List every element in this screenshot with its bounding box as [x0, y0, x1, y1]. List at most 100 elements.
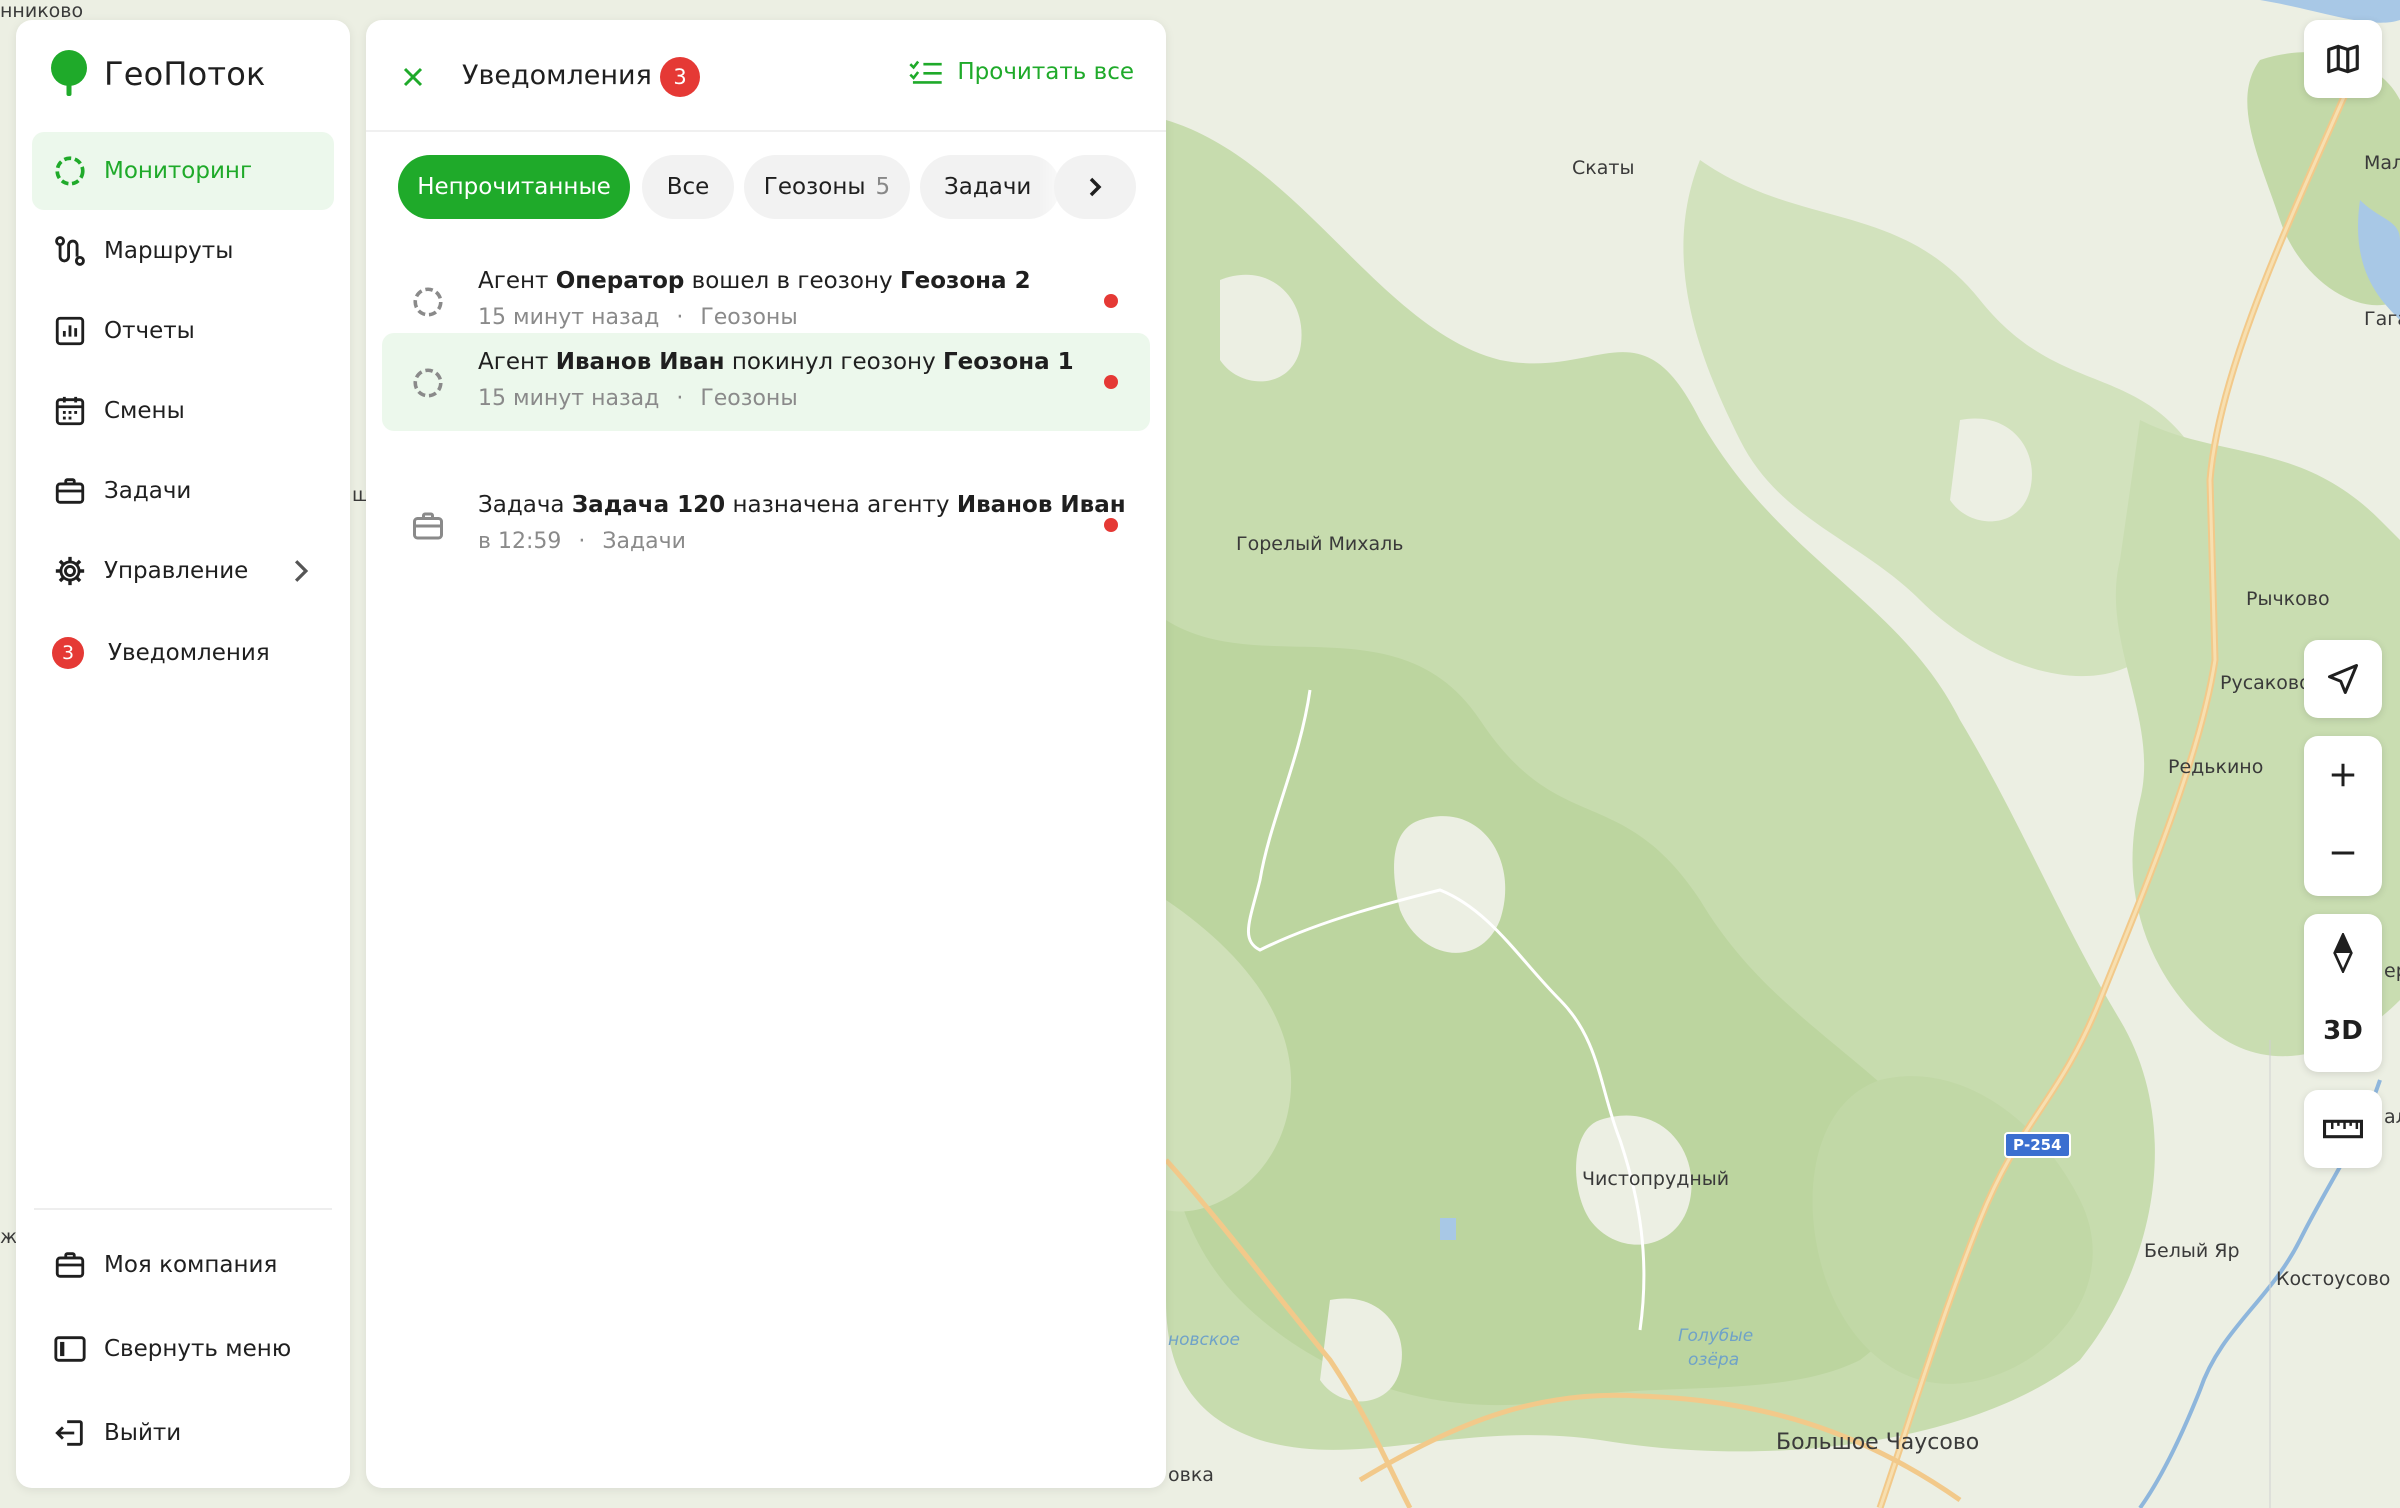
map-label: Редькино [2168, 756, 2264, 778]
minus-icon [2331, 851, 2355, 855]
sidebar-item-label: Уведомления [108, 640, 270, 666]
close-icon [403, 67, 423, 87]
sidebar-item-label: Управление [104, 558, 249, 584]
ruler-control [2304, 1090, 2382, 1168]
close-button[interactable] [394, 58, 432, 96]
filter-chip-geozones[interactable]: Геозоны 5 [744, 155, 910, 219]
collapse-icon [52, 1331, 88, 1367]
checklist-icon [909, 60, 943, 84]
zoom-out-button[interactable] [2304, 814, 2382, 892]
sidebar-item-routes[interactable]: Маршруты [32, 212, 334, 290]
unread-dot [1104, 375, 1118, 389]
sidebar-item-management[interactable]: Управление [32, 532, 334, 610]
sidebar-item-monitoring[interactable]: Мониторинг [32, 132, 334, 210]
notification-text: Задача Задача 120 назначена агенту Ивано… [478, 492, 1126, 518]
notification-meta: в 12:59 · Задачи [478, 529, 686, 554]
notification-agent: Иванов Иван [956, 492, 1126, 518]
map-label: ал [2384, 1106, 2400, 1128]
map-label: ер [2384, 960, 2400, 982]
notification-filters: Непрочитанные Все Геозоны 5 Задачи [398, 155, 1138, 221]
map-label: Гага [2364, 308, 2400, 330]
map-label: Горелый Михаль [1236, 533, 1404, 555]
notification-category: Задачи [602, 529, 686, 554]
sidebar-item-notifications[interactable]: 3 Уведомления [32, 614, 334, 692]
sidebar-item-tasks[interactable]: Задачи [32, 452, 334, 530]
tree-logo-icon [51, 50, 87, 96]
notification-text-part: вошел в геозону [684, 268, 900, 294]
map-layers-button[interactable] [2304, 20, 2382, 98]
locate-control [2304, 640, 2382, 718]
notification-text-part: Агент [478, 268, 556, 294]
map-label: овка [1168, 1464, 1214, 1486]
plus-icon [2331, 763, 2355, 787]
navigation-arrow-icon [2328, 664, 2358, 694]
monitoring-ring-icon [52, 153, 88, 189]
filter-chip-label: Непрочитанные [417, 174, 611, 200]
zoom-control [2304, 736, 2382, 896]
notification-meta: 15 минут назад · Геозоны [478, 305, 798, 330]
map-label: Скаты [1572, 157, 1635, 179]
notification-category: Геозоны [700, 386, 798, 411]
notification-category: Геозоны [700, 305, 798, 330]
chart-icon [52, 313, 88, 349]
zoom-in-button[interactable] [2304, 736, 2382, 814]
collapse-menu-button[interactable]: Свернуть меню [32, 1310, 334, 1388]
compass-button[interactable] [2304, 914, 2382, 992]
3d-toggle-button[interactable]: 3D [2304, 992, 2382, 1070]
notifications-title: Уведомления [462, 60, 652, 91]
ruler-button[interactable] [2304, 1090, 2382, 1168]
logout-icon [52, 1415, 88, 1451]
filter-chip-count: 5 [875, 174, 891, 200]
meta-separator: · [676, 305, 684, 330]
map-label: озёра [1688, 1350, 1740, 1370]
meta-separator: · [676, 386, 684, 411]
filter-chip-label: Задачи [944, 174, 1032, 200]
sidebar-divider [34, 1208, 332, 1210]
sidebar-item-shifts[interactable]: Смены [32, 372, 334, 450]
map-view[interactable]: нниково Скаты Мал Гага Горелый Михаль Ры… [0, 0, 2400, 1508]
briefcase-icon [52, 1247, 88, 1283]
briefcase-icon [52, 473, 88, 509]
map-label: нниково [0, 0, 84, 22]
notification-geozone: Геозона 1 [943, 349, 1074, 375]
sidebar-item-label: Маршруты [104, 238, 234, 264]
sidebar-item-reports[interactable]: Отчеты [32, 292, 334, 370]
map-label: Голубые [1678, 1326, 1754, 1346]
notification-time: 15 минут назад [478, 305, 660, 330]
notification-agent: Оператор [555, 268, 685, 294]
app-logo[interactable]: ГеоПоток [50, 50, 266, 98]
route-icon [52, 233, 88, 269]
notification-meta: 15 минут назад · Геозоны [478, 386, 798, 411]
chips-scroll-right-button[interactable] [1054, 155, 1136, 219]
sidebar-item-label: Смены [104, 398, 185, 424]
logout-button[interactable]: Выйти [32, 1394, 334, 1472]
locate-button[interactable] [2304, 640, 2382, 718]
sidebar-item-label: Мониторинг [104, 158, 253, 184]
notification-item[interactable]: Задача Задача 120 назначена агенту Ивано… [382, 476, 1150, 574]
sidebar-item-label: Выйти [104, 1420, 182, 1446]
notifications-count-badge: 3 [52, 637, 84, 669]
read-all-button[interactable]: Прочитать все [909, 58, 1134, 86]
map-layers-control [2304, 20, 2382, 98]
geozone-ring-icon [410, 284, 446, 320]
unread-dot [1104, 518, 1118, 532]
gear-icon [52, 553, 88, 589]
notification-text-part: назначена агенту [725, 492, 957, 518]
notification-time: 15 минут назад [478, 386, 660, 411]
map-terrain [0, 0, 2400, 1508]
briefcase-icon [410, 508, 446, 544]
meta-separator: · [578, 529, 586, 554]
filter-chip-unread[interactable]: Непрочитанные [398, 155, 630, 219]
map-label: новское [1168, 1330, 1241, 1350]
notification-text: Агент Иванов Иван покинул геозону Геозон… [478, 349, 1074, 375]
filter-chip-label: Все [666, 174, 710, 200]
unread-dot [1104, 294, 1118, 308]
filter-chip-all[interactable]: Все [642, 155, 734, 219]
read-all-label: Прочитать все [957, 59, 1134, 85]
sidebar-item-label: Задачи [104, 478, 192, 504]
notification-text-part: Задача [478, 492, 572, 518]
ruler-icon [2323, 1119, 2363, 1139]
chevron-right-icon [1089, 177, 1102, 197]
notification-item[interactable]: Агент Иванов Иван покинул геозону Геозон… [382, 333, 1150, 431]
sidebar-item-company[interactable]: Моя компания [32, 1226, 334, 1304]
